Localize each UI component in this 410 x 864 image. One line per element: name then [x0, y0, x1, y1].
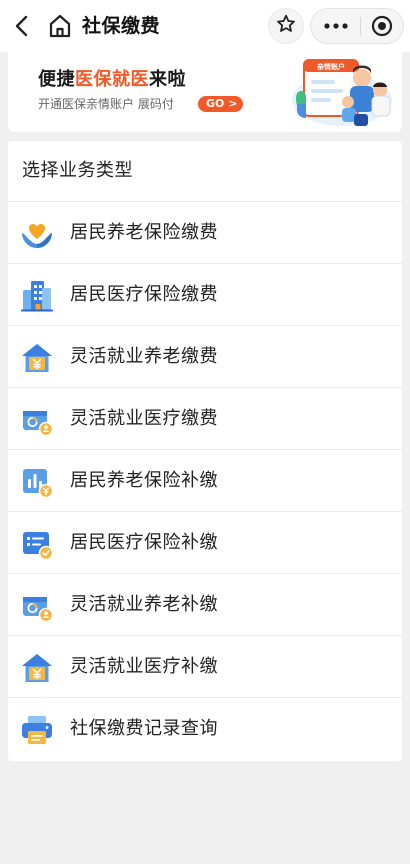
list-item-label: 灵活就业养老补缴 — [70, 594, 218, 615]
panel-title: 选择业务类型 — [22, 160, 133, 181]
home-icon[interactable] — [48, 13, 72, 39]
chevron-left-icon[interactable] — [10, 12, 36, 40]
building-icon — [20, 279, 54, 313]
house-yen-icon — [20, 341, 54, 375]
list-item-label: 居民养老保险补缴 — [70, 470, 218, 491]
list-item-payment-record-query[interactable]: 社保缴费记录查询 — [8, 698, 402, 760]
list-item-label: 灵活就业医疗缴费 — [70, 408, 218, 429]
card-user-icon — [20, 403, 54, 437]
list-item-label: 居民养老保险缴费 — [70, 222, 218, 243]
card-check-icon — [20, 527, 54, 561]
promo-banner[interactable]: 便捷医保就医来啦 开通医保亲情账户 展码付 GO > 亲情账户 — [8, 52, 402, 132]
list-item-resident-pension-payment[interactable]: 居民养老保险缴费 — [8, 202, 402, 264]
banner-subtitle: 开通医保亲情账户 展码付 — [38, 97, 174, 111]
favorite-button[interactable] — [268, 8, 304, 44]
list-item-label: 灵活就业养老缴费 — [70, 346, 218, 367]
chart-yen-icon — [20, 465, 54, 499]
list-item-resident-medical-back-payment[interactable]: 居民医疗保险补缴 — [8, 512, 402, 574]
banner-art-tag: 亲情账户 — [317, 62, 345, 71]
list-item-resident-pension-back-payment[interactable]: 居民养老保险补缴 — [8, 450, 402, 512]
star-outline-icon — [276, 14, 296, 38]
list-item-flexible-pension-back-payment[interactable]: 灵活就业养老补缴 — [8, 574, 402, 636]
list-item-label: 社保缴费记录查询 — [70, 718, 218, 739]
hands-heart-icon — [20, 217, 54, 251]
banner-headline: 便捷医保就医来啦 — [38, 69, 186, 90]
family-illustration: 亲情账户 — [284, 52, 396, 130]
top-navigation-bar: 社保缴费 — [0, 0, 410, 52]
house-yen-icon — [20, 651, 54, 685]
list-item-label: 灵活就业医疗补缴 — [70, 656, 218, 677]
banner-go-button[interactable]: GO > — [198, 96, 244, 112]
printer-icon — [20, 713, 54, 747]
mini-program-capsule — [310, 8, 404, 44]
list-item-flexible-medical-back-payment[interactable]: 灵活就业医疗补缴 — [8, 636, 402, 698]
target-circle-icon[interactable] — [361, 9, 403, 43]
more-dots-icon[interactable] — [311, 9, 360, 43]
list-item-resident-medical-payment[interactable]: 居民医疗保险缴费 — [8, 264, 402, 326]
business-type-panel: 选择业务类型 居民养老保险缴费 居民医疗保险缴费 灵活就业养老缴费 灵活就业医疗… — [8, 141, 402, 761]
list-item-flexible-medical-payment[interactable]: 灵活就业医疗缴费 — [8, 388, 402, 450]
card-user-icon — [20, 589, 54, 623]
list-item-label: 居民医疗保险补缴 — [70, 532, 218, 553]
page-title: 社保缴费 — [82, 15, 161, 37]
list-item-flexible-pension-payment[interactable]: 灵活就业养老缴费 — [8, 326, 402, 388]
list-item-label: 居民医疗保险缴费 — [70, 284, 218, 305]
